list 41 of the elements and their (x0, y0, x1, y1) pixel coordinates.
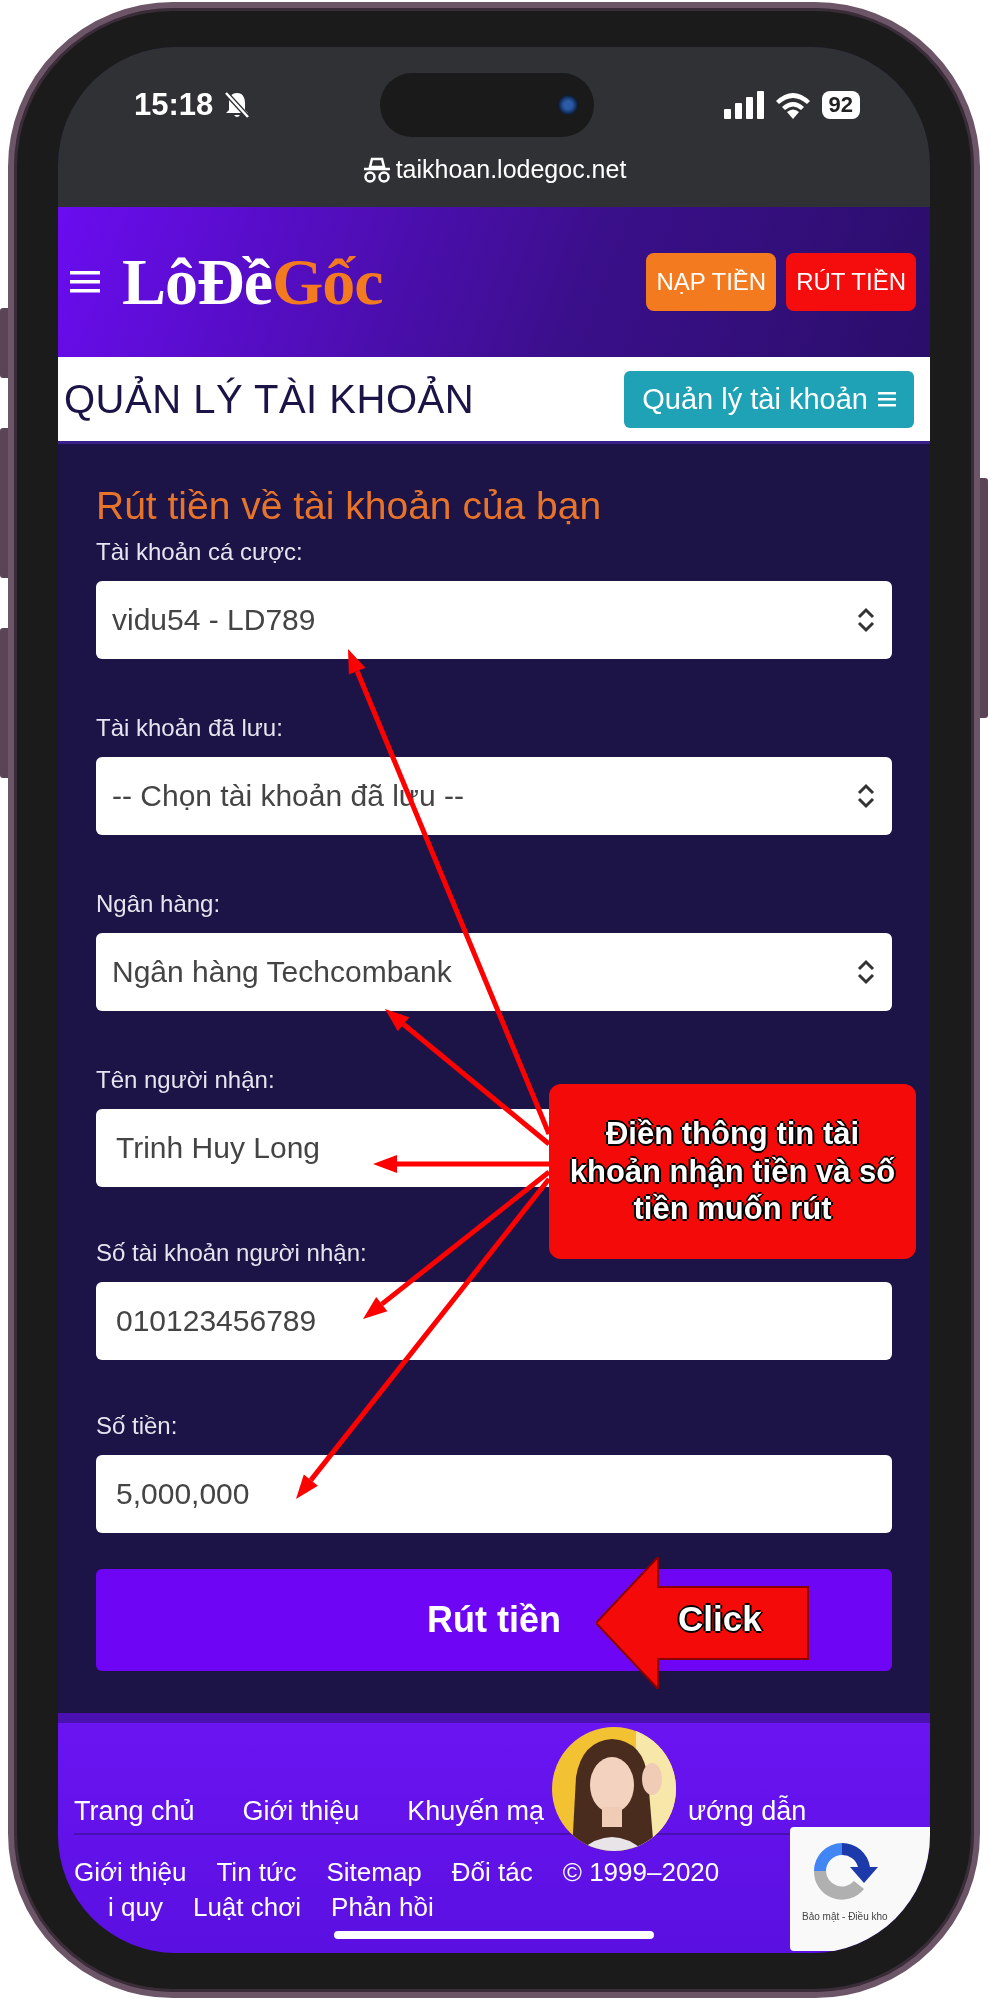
field-label: Số tiền: (96, 1412, 179, 1440)
menu-icon (878, 391, 896, 407)
clock: 15:18 (134, 87, 214, 123)
field-label: Số tài khoản người nhận: (96, 1239, 368, 1267)
address-bar-url[interactable]: taikhoan.lodegoc.net (395, 155, 627, 184)
copyright: © 1999–2020 (562, 1857, 720, 1888)
field-label: Ngân hàng: (96, 890, 222, 918)
signal-icon (723, 91, 764, 119)
footer-nav-link[interactable]: Khuyến mạ (407, 1796, 544, 1827)
footer-link[interactable]: Giới thiệu (74, 1857, 187, 1888)
header-button[interactable]: RÚT TIỀN (786, 253, 916, 311)
battery-level: 92 (821, 91, 860, 119)
click-arrow-tag: Click (596, 1557, 811, 1689)
chevron-updown-icon (856, 783, 876, 809)
chevron-updown-icon (856, 607, 876, 633)
footer-link[interactable]: Phản hồi (331, 1892, 434, 1923)
chevron-updown-icon (856, 959, 876, 985)
footer-link[interactable]: i quy (108, 1892, 163, 1923)
footer-link[interactable]: Luật chơi (192, 1892, 302, 1923)
field-label: Tài khoản đã lưu: (96, 714, 284, 742)
incognito-icon (361, 156, 392, 183)
select-field[interactable]: vidu54 - LD789 (96, 581, 892, 659)
callout-tooltip: Điền thông tin tài khoản nhận tiền và số tiền muốn rút (549, 1084, 916, 1259)
select-field[interactable]: Ngân hàng Techcombank (96, 933, 892, 1011)
field-label: Tên người nhận: (96, 1066, 276, 1094)
field-label: Tài khoản cá cược: (96, 538, 304, 566)
footer-nav-link[interactable]: Trang chủ (74, 1796, 195, 1827)
recaptcha-text: Bảo mật - Điều kho (802, 1911, 888, 1922)
recaptcha-badge[interactable]: Bảo mật - Điều kho (790, 1827, 930, 1951)
footer-link[interactable]: Tin tức (216, 1857, 297, 1888)
form-heading: Rút tiền về tài khoản của bạn (96, 484, 603, 528)
footer-nav-link[interactable]: ướng dẫn (687, 1796, 807, 1827)
bell-slash-icon (223, 90, 252, 120)
input-field[interactable]: 5,000,000 (96, 1455, 892, 1533)
input-field[interactable]: 010123456789 (96, 1282, 892, 1360)
footer-nav-link[interactable]: Giới thiệu (242, 1796, 360, 1827)
footer-link[interactable]: Sitemap (326, 1857, 422, 1888)
menu-icon[interactable] (70, 269, 100, 295)
logo[interactable]: LôĐềGốc (122, 244, 383, 320)
footer-link[interactable]: Đối tác (451, 1857, 533, 1888)
page-title: QUẢN LÝ TÀI KHOẢN (64, 376, 475, 422)
